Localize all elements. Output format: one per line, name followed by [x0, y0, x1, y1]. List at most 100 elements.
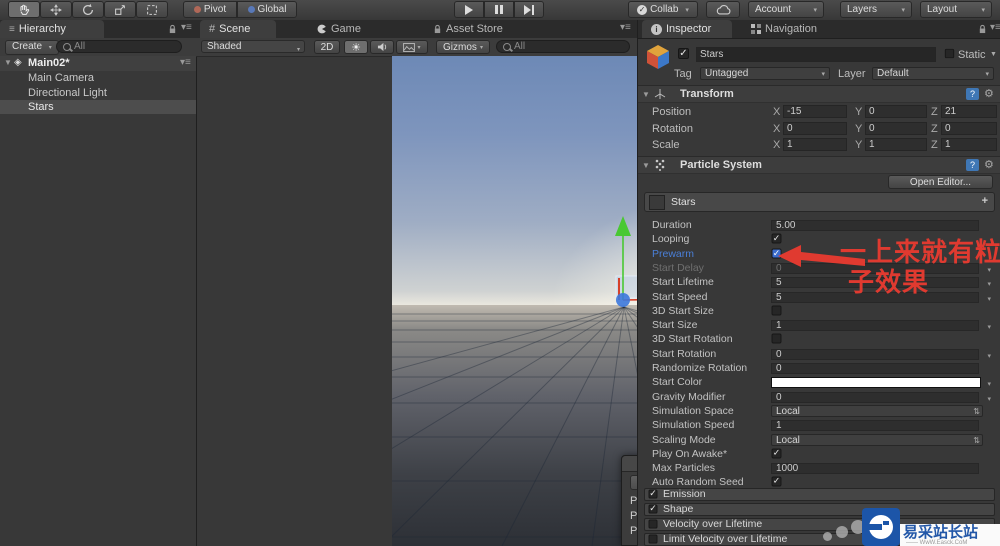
dropdown-arrow-icon[interactable]: ▾: [987, 378, 991, 391]
hierarchy-menu-icon[interactable]: ▾≡: [181, 22, 192, 33]
ps-field-duration[interactable]: 5.00: [771, 220, 979, 231]
transform-scale-y-field[interactable]: 1: [865, 138, 927, 151]
transform-rotation-x-field[interactable]: 0: [783, 121, 847, 135]
scene-panel-menu-icon[interactable]: ▾≡: [620, 22, 631, 33]
particle-system-header[interactable]: ▼ Particle System ? ⚙: [638, 156, 1000, 174]
module-checkbox[interactable]: ✓: [648, 504, 658, 514]
dropdown-arrow-icon[interactable]: ▾: [987, 264, 991, 277]
particle-module-main-bar[interactable]: Stars +: [644, 192, 995, 212]
module-checkbox[interactable]: [648, 519, 658, 529]
hierarchy-item-stars[interactable]: Stars: [0, 100, 196, 115]
tab-asset-store[interactable]: Asset Store: [424, 20, 524, 38]
module-bar-shape[interactable]: ✓ Shape: [644, 503, 995, 516]
dropdown-arrow-icon[interactable]: ▾: [987, 278, 991, 291]
ps-checkbox-auto-random-seed[interactable]: ✓: [771, 476, 782, 487]
static-dropdown-icon[interactable]: ▼: [990, 51, 997, 58]
shading-mode-dropdown[interactable]: Shaded ▾: [201, 40, 305, 53]
ps-field-start-lifetime[interactable]: 5: [771, 277, 979, 289]
pause-button[interactable]: [484, 1, 514, 18]
help-book-icon[interactable]: ?: [966, 159, 979, 171]
ps-field-start-speed[interactable]: 5: [771, 291, 979, 303]
gear-icon[interactable]: ⚙: [984, 87, 994, 100]
foldout-arrow-icon[interactable]: ▼: [642, 161, 650, 170]
transform-position-z-field[interactable]: 21: [941, 105, 997, 118]
dropdown-arrow-icon[interactable]: ▾: [987, 350, 991, 363]
ps-field-start-size[interactable]: 1: [771, 320, 979, 332]
ps-field-gravity-modifier[interactable]: 0: [771, 391, 979, 403]
audio-toggle-button[interactable]: [370, 40, 394, 54]
transform-scale-x-field[interactable]: 1: [783, 138, 847, 151]
2d-toggle-button[interactable]: 2D: [314, 40, 340, 54]
tab-scene[interactable]: # Scene: [200, 20, 276, 38]
module-bar-limit-velocity-over-lifetime[interactable]: Limit Velocity over Lifetime: [644, 533, 995, 546]
collab-button[interactable]: ✓ Collab ▾: [628, 1, 698, 18]
lock-icon[interactable]: [978, 24, 987, 34]
hierarchy-search-input[interactable]: All: [56, 40, 182, 53]
lock-icon[interactable]: [168, 24, 177, 34]
effects-dropdown-button[interactable]: ▾: [396, 40, 428, 54]
layers-dropdown[interactable]: Layers ▾: [840, 1, 912, 18]
start-color-swatch[interactable]: [771, 377, 981, 389]
rotate-tool-button[interactable]: [72, 1, 104, 18]
hand-tool-button[interactable]: [8, 1, 40, 18]
module-bar-velocity-over-lifetime[interactable]: Velocity over Lifetime: [644, 518, 995, 531]
scale-tool-button[interactable]: [104, 1, 136, 18]
tab-inspector[interactable]: i Inspector: [642, 20, 732, 38]
account-dropdown[interactable]: Account ▾: [748, 1, 824, 18]
tab-navigation[interactable]: Navigation: [742, 20, 838, 38]
move-tool-button[interactable]: [40, 1, 72, 18]
ps-checkbox-3d-start-size[interactable]: [771, 305, 782, 316]
rect-tool-button[interactable]: [136, 1, 168, 18]
gear-icon[interactable]: ⚙: [984, 158, 994, 171]
scene-menu-icon[interactable]: ▾≡: [180, 57, 191, 68]
transform-position-x-field[interactable]: -15: [783, 105, 847, 118]
scene-root-row[interactable]: ▼ ◈ Main02* ▾≡: [0, 56, 196, 71]
help-book-icon[interactable]: ?: [966, 88, 979, 100]
dropdown-arrow-icon[interactable]: ▾: [987, 293, 991, 306]
ps-field-start-rotation[interactable]: 0: [771, 348, 979, 360]
transform-rotation-y-field[interactable]: 0: [865, 121, 927, 135]
ps-field-max-particles[interactable]: 1000: [771, 463, 979, 475]
step-button[interactable]: [514, 1, 544, 18]
foldout-arrow-icon[interactable]: ▼: [642, 90, 650, 99]
ps-field-randomize-rotation[interactable]: 0: [771, 363, 979, 374]
layer-dropdown[interactable]: Default ▾: [872, 67, 994, 80]
ps-enum-simulation-space[interactable]: Local ⇅: [771, 404, 983, 417]
pivot-toggle-button[interactable]: Pivot: [183, 1, 237, 18]
hierarchy-item-directional-light[interactable]: Directional Light: [0, 86, 196, 100]
ps-row-label: Start Delay: [652, 261, 704, 274]
inspector-menu-icon[interactable]: ▾≡: [990, 22, 1000, 33]
tab-hierarchy[interactable]: ≡ Hierarchy: [0, 20, 104, 38]
play-button[interactable]: [454, 1, 484, 18]
foldout-arrow-icon[interactable]: ▼: [4, 58, 12, 67]
transform-scale-z-field[interactable]: 1: [941, 138, 997, 151]
ps-checkbox-play-on-awake[interactable]: ✓: [771, 448, 782, 459]
hierarchy-item-main-camera[interactable]: Main Camera: [0, 71, 196, 85]
transform-position-y-field[interactable]: 0: [865, 105, 927, 118]
ps-field-simulation-speed[interactable]: 1: [771, 420, 979, 432]
transform-header[interactable]: ▼ Transform ? ⚙: [638, 85, 1000, 103]
tag-dropdown[interactable]: Untagged ▾: [700, 67, 830, 80]
transform-rotation-z-field[interactable]: 0: [941, 121, 997, 135]
dropdown-arrow-icon[interactable]: ▾: [987, 321, 991, 334]
gameobject-active-checkbox[interactable]: ✓: [678, 48, 689, 59]
dropdown-arrow-icon[interactable]: ▾: [987, 393, 991, 406]
layout-dropdown[interactable]: Layout ▾: [920, 1, 992, 18]
module-checkbox[interactable]: [648, 534, 658, 544]
open-editor-button[interactable]: Open Editor...: [888, 175, 993, 189]
static-checkbox[interactable]: [944, 48, 955, 59]
cloud-button[interactable]: [706, 1, 740, 18]
plus-icon[interactable]: +: [982, 195, 988, 207]
ps-checkbox-3d-start-rotation[interactable]: [771, 333, 782, 344]
ps-enum-scaling-mode[interactable]: Local ⇅: [771, 433, 983, 446]
gameobject-name-field[interactable]: Stars: [696, 47, 936, 62]
global-toggle-button[interactable]: Global: [237, 1, 297, 18]
ps-checkbox-looping[interactable]: ✓: [771, 233, 782, 244]
lighting-toggle-button[interactable]: ☀: [344, 40, 368, 54]
gizmos-dropdown[interactable]: Gizmos ▾: [436, 40, 490, 54]
module-checkbox[interactable]: ✓: [648, 489, 658, 499]
scene-search-input[interactable]: All: [496, 40, 630, 53]
create-button[interactable]: Create ▾: [5, 40, 59, 55]
tab-game[interactable]: Game: [308, 20, 378, 38]
module-bar-emission[interactable]: ✓ Emission: [644, 488, 995, 501]
